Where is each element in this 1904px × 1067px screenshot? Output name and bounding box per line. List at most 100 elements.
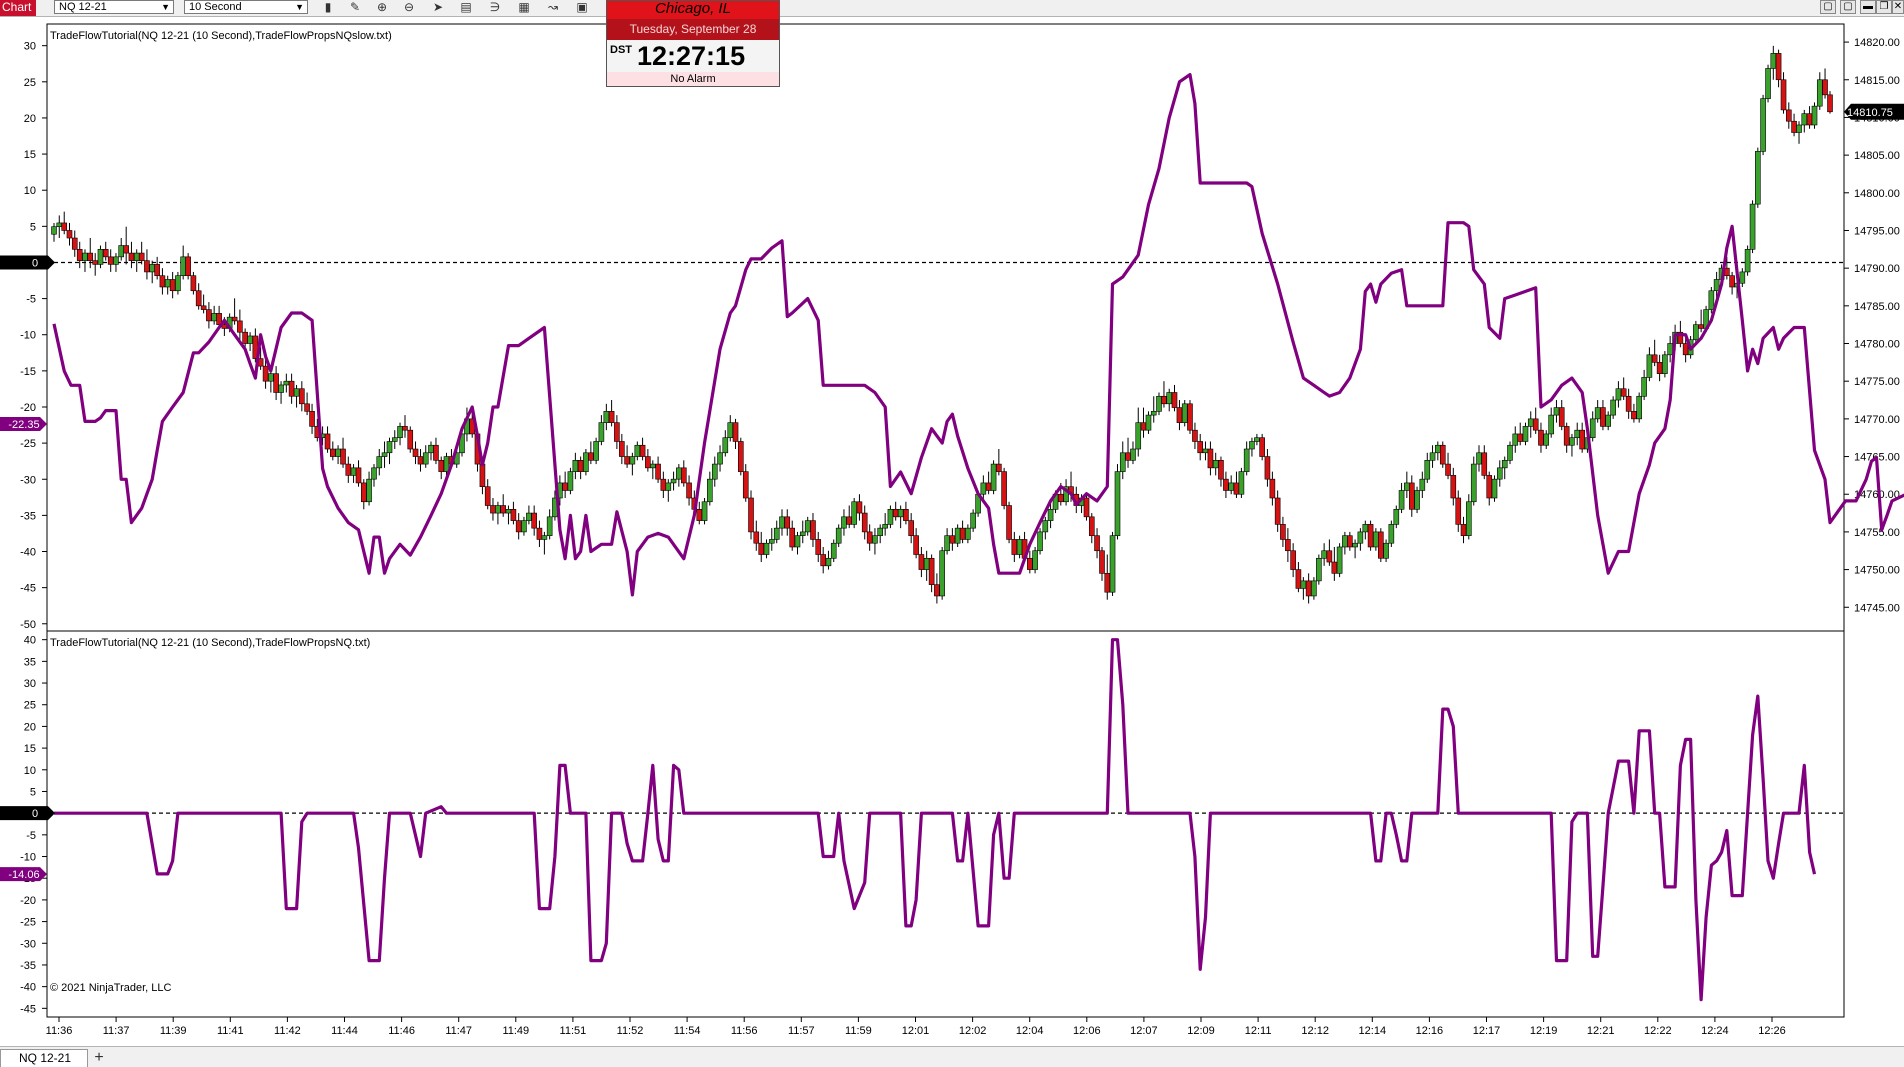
interval-selector[interactable]: 10 Second ▼	[184, 0, 308, 14]
candle-body	[433, 444, 439, 461]
candle-body	[707, 478, 713, 503]
candle-body	[407, 429, 414, 450]
candle-body	[1796, 124, 1802, 133]
instrument-selector[interactable]: NQ 12-21 ▼	[54, 0, 174, 14]
candle-body	[268, 373, 274, 382]
minimize-icon[interactable]: ▬	[1860, 0, 1876, 14]
candle-body	[1486, 475, 1493, 499]
candle-body	[923, 557, 930, 570]
chart-properties-icon[interactable]: ▣	[574, 0, 590, 14]
draw-pen-icon[interactable]: ✎	[347, 0, 363, 14]
candle-body	[1465, 501, 1472, 536]
candle-body	[1218, 460, 1224, 480]
candle-body	[567, 471, 574, 491]
candle-body	[763, 542, 770, 555]
candle-body	[1037, 531, 1043, 552]
chart-menu-button[interactable]: Chart	[0, 0, 36, 16]
candle-body	[510, 508, 517, 521]
candle-body	[422, 452, 429, 465]
candle-body	[583, 452, 589, 472]
candle-body	[1507, 444, 1513, 461]
candle-body	[190, 275, 197, 292]
left-tick-label: -10	[20, 852, 36, 864]
time-tick-label: 12:06	[1073, 1025, 1101, 1037]
pointer-icon[interactable]: ➤	[430, 0, 446, 14]
candle-body	[1249, 441, 1255, 450]
zoom-icon[interactable]: ⊕	[374, 0, 390, 14]
candle-body	[1605, 414, 1611, 427]
left-tick-label: -35	[20, 960, 36, 972]
candle-body	[1744, 249, 1751, 273]
candle-body	[175, 275, 181, 292]
slow-indicator-axis: 30 25 20 15 10 5 0 -5 -10 -15 -20 -25 -30 -35 -40 -45 -5…	[20, 41, 47, 631]
candle-body	[1357, 531, 1364, 544]
candle-body	[1042, 520, 1049, 533]
candle-body	[1238, 471, 1245, 495]
candle-body	[1429, 452, 1436, 461]
indicators-icon[interactable]: ∋	[487, 0, 503, 14]
left-tick-label: 40	[24, 635, 36, 647]
candle-body	[1553, 407, 1560, 416]
time-tick-label: 11:54	[674, 1025, 701, 1037]
candle-body	[722, 437, 729, 454]
candle-body	[1816, 79, 1823, 107]
time-tick-label: 12:16	[1416, 1025, 1444, 1037]
candle-body	[959, 527, 966, 540]
clock-widget[interactable]: Chicago, IL Tuesday, September 28 DST 12…	[606, 0, 780, 87]
bar-style-icon[interactable]: ▮	[320, 0, 336, 14]
time-tick-label: 12:19	[1530, 1025, 1558, 1037]
candle-body	[113, 256, 119, 265]
drawing-tool-icon[interactable]: ↝	[545, 0, 561, 14]
close-icon[interactable]: ✕	[1892, 0, 1904, 14]
candle-body	[1161, 395, 1167, 405]
candle-body	[820, 554, 826, 567]
candle-body	[1667, 343, 1673, 356]
candle-body	[1171, 392, 1178, 408]
left-tick-label: 30	[24, 41, 36, 53]
candle-body	[1285, 539, 1291, 552]
candle-body	[1594, 407, 1601, 420]
collapse-icon[interactable]: ▢	[1820, 0, 1836, 14]
candle-body	[990, 463, 997, 491]
add-tab-button[interactable]: +	[90, 1049, 108, 1067]
candle-body	[355, 467, 362, 484]
candle-body	[1192, 429, 1198, 442]
zoom-out-icon[interactable]: ⊖	[401, 0, 417, 14]
candle-body	[1269, 478, 1276, 499]
candle-body	[159, 275, 166, 288]
candle-body	[484, 486, 491, 506]
candle-body	[593, 441, 599, 461]
time-tick-label: 12:01	[902, 1025, 930, 1037]
expand-icon[interactable]: ▢	[1840, 0, 1856, 14]
price-tick-label: 14770.00	[1854, 414, 1900, 426]
restore-icon[interactable]: ❐	[1876, 0, 1892, 14]
left-tick-label: -45	[20, 583, 36, 595]
chart-area[interactable]: TradeFlowTutorial(NQ 12-21 (10 Second),T…	[0, 16, 1904, 1046]
indicator-panel[interactable]	[46, 630, 1845, 1018]
strategies-icon[interactable]: ▦	[516, 0, 532, 14]
candle-body	[1274, 497, 1281, 525]
slow-value-badge-text: -22.35	[8, 419, 39, 431]
data-box-icon[interactable]: ▤	[458, 0, 474, 14]
time-tick-label: 11:56	[731, 1025, 758, 1037]
price-tick-label: 14775.00	[1854, 376, 1900, 388]
candle-body	[1321, 550, 1327, 559]
clock-time-row: DST 12:27:15	[607, 40, 779, 72]
candle-body	[1243, 448, 1250, 472]
candle-body	[1414, 490, 1420, 510]
candle-body	[1755, 151, 1761, 205]
candle-body	[288, 380, 295, 397]
price-tick-label: 14800.00	[1854, 188, 1900, 200]
left-tick-label: -40	[20, 982, 36, 994]
candle-body	[1300, 580, 1307, 589]
candle-body	[804, 520, 811, 533]
candle-body	[711, 463, 718, 480]
candle-body	[1280, 524, 1286, 540]
tab-nq-12-21[interactable]: NQ 12-21	[0, 1049, 88, 1067]
candle-body	[376, 456, 383, 469]
left-tick-label: 10	[24, 765, 36, 777]
price-tick-label: 14745.00	[1854, 602, 1900, 614]
candle-body	[1708, 290, 1715, 310]
candle-body	[1822, 79, 1828, 96]
candle-body	[164, 279, 171, 288]
